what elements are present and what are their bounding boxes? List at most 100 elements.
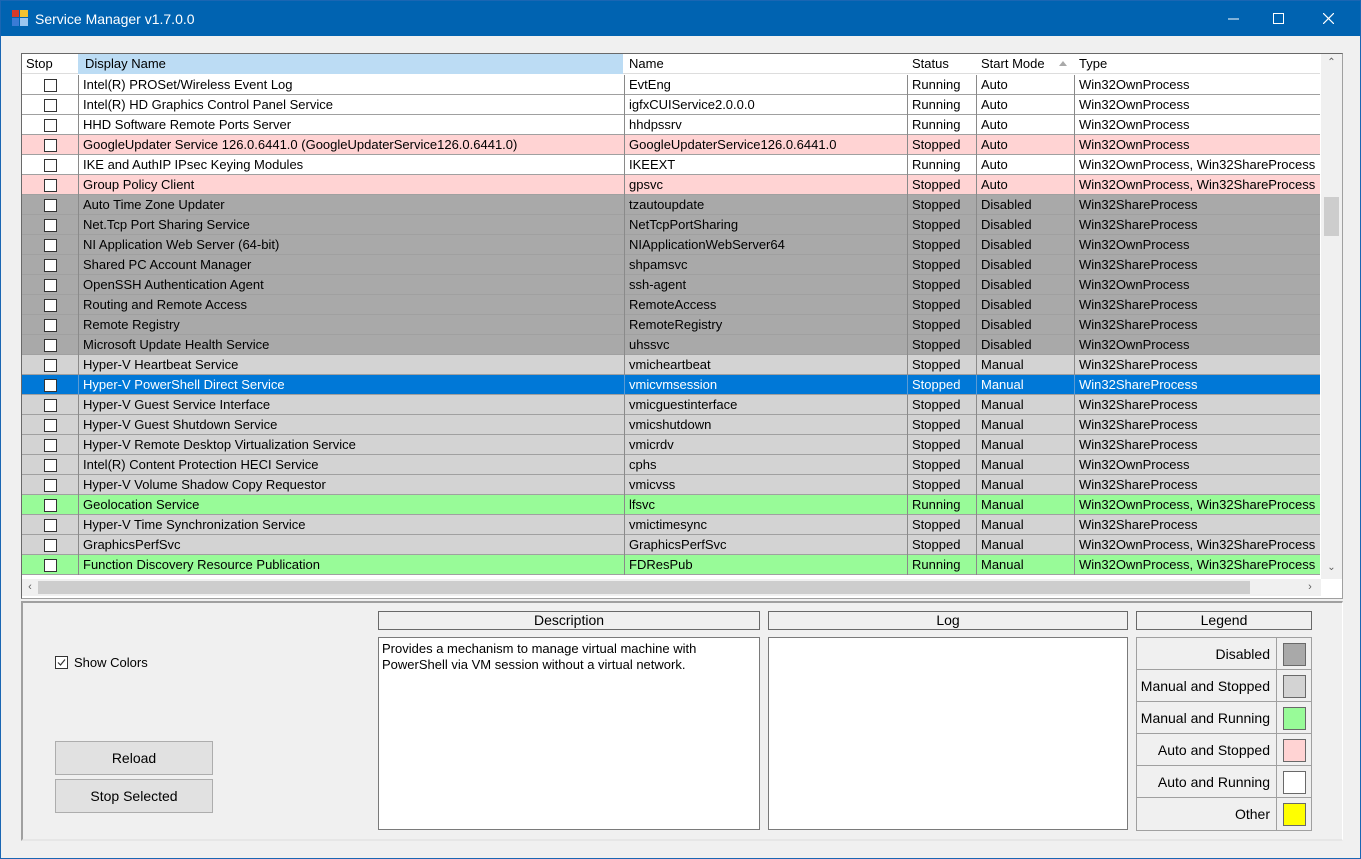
stop-cell[interactable]: [22, 555, 78, 575]
stop-checkbox[interactable]: [43, 258, 57, 272]
table-row[interactable]: Hyper-V Volume Shadow Copy Requestor vmic…: [22, 475, 1320, 495]
log-textbox[interactable]: [768, 637, 1128, 830]
stop-cell[interactable]: [22, 395, 78, 415]
table-row[interactable]: Shared PC Account Manager shpamsvc Stopped…: [22, 255, 1320, 275]
table-row[interactable]: Remote Registry RemoteRegistry Stopped Disa…: [22, 315, 1320, 335]
stop-cell[interactable]: [22, 495, 78, 515]
scroll-up-icon[interactable]: ⌃: [1321, 54, 1342, 71]
stop-checkbox[interactable]: [43, 538, 57, 552]
stop-selected-button[interactable]: Stop Selected: [55, 779, 213, 813]
stop-cell[interactable]: [22, 95, 78, 115]
stop-checkbox[interactable]: [43, 178, 57, 192]
stop-checkbox[interactable]: [43, 478, 57, 492]
stop-checkbox[interactable]: [43, 198, 57, 212]
stop-checkbox[interactable]: [43, 78, 57, 92]
table-row[interactable]: Hyper-V Guest Service Interface vmicguest…: [22, 395, 1320, 415]
column-header-name[interactable]: Name: [625, 54, 907, 74]
column-header-start-mode[interactable]: Start Mode: [977, 54, 1073, 74]
table-row[interactable]: Hyper-V PowerShell Direct Service vmicvms…: [22, 375, 1320, 395]
stop-checkbox[interactable]: [43, 498, 57, 512]
stop-cell[interactable]: [22, 195, 78, 215]
stop-cell[interactable]: [22, 375, 78, 395]
table-row[interactable]: Routing and Remote Access RemoteAccess Sto…: [22, 295, 1320, 315]
stop-checkbox[interactable]: [43, 278, 57, 292]
table-row[interactable]: HHD Software Remote Ports Server hhdpssrv…: [22, 115, 1320, 135]
minimize-button[interactable]: [1210, 1, 1256, 36]
horizontal-scrollbar[interactable]: ‹ ›: [22, 579, 1321, 596]
column-header-status[interactable]: Status: [908, 54, 976, 74]
table-row[interactable]: Geolocation Service lfsvc Running Manual Win…: [22, 495, 1320, 515]
column-header-stop[interactable]: Stop: [22, 54, 78, 74]
table-row[interactable]: Auto Time Zone Updater tzautoupdate Stoppe…: [22, 195, 1320, 215]
stop-cell[interactable]: [22, 475, 78, 495]
cell-start-mode: Manual: [976, 415, 1074, 435]
table-row[interactable]: Intel(R) HD Graphics Control Panel Servi…: [22, 95, 1320, 115]
table-row[interactable]: Hyper-V Time Synchronization Service vmic…: [22, 515, 1320, 535]
table-row[interactable]: Hyper-V Guest Shutdown Service vmicshutdo…: [22, 415, 1320, 435]
stop-cell[interactable]: [22, 415, 78, 435]
table-row[interactable]: NI Application Web Server (64-bit) NIAppl…: [22, 235, 1320, 255]
maximize-button[interactable]: [1255, 1, 1301, 36]
stop-checkbox[interactable]: [43, 558, 57, 572]
stop-checkbox[interactable]: [43, 98, 57, 112]
table-row[interactable]: Microsoft Update Health Service uhssvc Sto…: [22, 335, 1320, 355]
stop-cell[interactable]: [22, 75, 78, 95]
stop-cell[interactable]: [22, 115, 78, 135]
stop-checkbox[interactable]: [43, 358, 57, 372]
stop-checkbox[interactable]: [43, 318, 57, 332]
stop-cell[interactable]: [22, 155, 78, 175]
reload-button[interactable]: Reload: [55, 741, 213, 775]
stop-checkbox[interactable]: [43, 218, 57, 232]
stop-cell[interactable]: [22, 315, 78, 335]
stop-checkbox[interactable]: [43, 518, 57, 532]
stop-cell[interactable]: [22, 515, 78, 535]
table-row[interactable]: Function Discovery Resource Publication F…: [22, 555, 1320, 575]
services-grid[interactable]: Stop Display Name Name Status Start Mode…: [21, 53, 1343, 599]
stop-cell[interactable]: [22, 235, 78, 255]
stop-checkbox[interactable]: [43, 158, 57, 172]
table-row[interactable]: Group Policy Client gpsvc Stopped Auto Win32…: [22, 175, 1320, 195]
table-row[interactable]: Intel(R) Content Protection HECI Service…: [22, 455, 1320, 475]
column-header-display-name[interactable]: Display Name: [78, 54, 623, 74]
stop-checkbox[interactable]: [43, 118, 57, 132]
stop-cell[interactable]: [22, 355, 78, 375]
stop-cell[interactable]: [22, 455, 78, 475]
stop-cell[interactable]: [22, 435, 78, 455]
description-textbox[interactable]: Provides a mechanism to manage virtual m…: [378, 637, 760, 830]
stop-checkbox[interactable]: [43, 238, 57, 252]
stop-cell[interactable]: [22, 135, 78, 155]
stop-cell[interactable]: [22, 175, 78, 195]
table-row[interactable]: Net.Tcp Port Sharing Service NetTcpPortSh…: [22, 215, 1320, 235]
table-row[interactable]: GraphicsPerfSvc GraphicsPerfSvc Stopped Man…: [22, 535, 1320, 555]
scroll-left-icon[interactable]: ‹: [22, 579, 38, 596]
vertical-scroll-thumb[interactable]: [1324, 197, 1339, 236]
table-row[interactable]: Intel(R) PROSet/Wireless Event Log EvtEng…: [22, 75, 1320, 95]
table-row[interactable]: Hyper-V Heartbeat Service vmicheartbeat St…: [22, 355, 1320, 375]
stop-cell[interactable]: [22, 335, 78, 355]
table-row[interactable]: IKE and AuthIP IPsec Keying Modules IKEEX…: [22, 155, 1320, 175]
stop-cell[interactable]: [22, 215, 78, 235]
stop-checkbox[interactable]: [43, 398, 57, 412]
close-button[interactable]: [1305, 1, 1351, 36]
column-header-type[interactable]: Type: [1075, 54, 1320, 74]
scroll-down-icon[interactable]: ⌄: [1321, 559, 1342, 576]
stop-checkbox[interactable]: [43, 378, 57, 392]
show-colors-checkbox[interactable]: Show Colors: [55, 655, 148, 670]
stop-checkbox[interactable]: [43, 438, 57, 452]
stop-cell[interactable]: [22, 255, 78, 275]
stop-checkbox[interactable]: [43, 298, 57, 312]
stop-checkbox[interactable]: [43, 458, 57, 472]
table-row[interactable]: OpenSSH Authentication Agent ssh-agent Sto…: [22, 275, 1320, 295]
stop-cell[interactable]: [22, 295, 78, 315]
horizontal-scroll-thumb[interactable]: [38, 581, 1250, 594]
stop-checkbox[interactable]: [43, 338, 57, 352]
stop-cell[interactable]: [22, 275, 78, 295]
stop-cell[interactable]: [22, 535, 78, 555]
vertical-scrollbar[interactable]: ⌃ ⌄: [1321, 54, 1342, 579]
stop-checkbox[interactable]: [43, 138, 57, 152]
scroll-right-icon[interactable]: ›: [1302, 579, 1318, 596]
table-row[interactable]: Hyper-V Remote Desktop Virtualization Se…: [22, 435, 1320, 455]
stop-checkbox[interactable]: [43, 418, 57, 432]
table-row[interactable]: GoogleUpdater Service 126.0.6441.0 (Goog…: [22, 135, 1320, 155]
checkbox-checked-icon[interactable]: [55, 656, 68, 669]
